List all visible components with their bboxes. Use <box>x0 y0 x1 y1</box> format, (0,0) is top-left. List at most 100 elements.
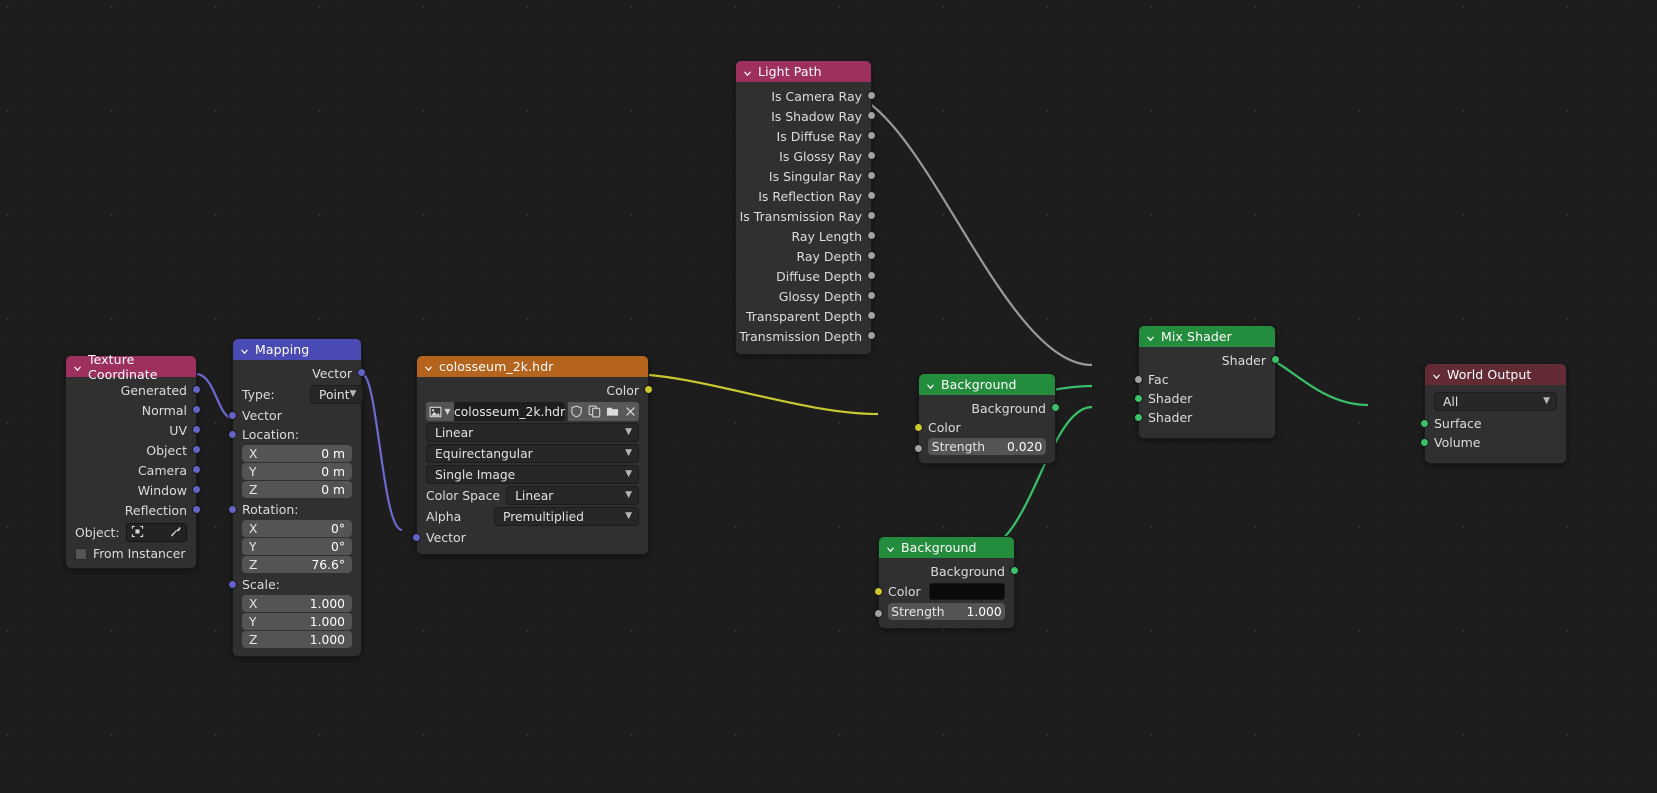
strength-row[interactable]: Strength 1.000 <box>874 603 1014 620</box>
interpolation-dropdown[interactable]: Linear ▼ <box>426 423 639 442</box>
output-socket-row-transparent-depth[interactable]: Transparent Depth <box>736 306 876 326</box>
scale-y-field[interactable]: Y 1.000 <box>242 613 352 630</box>
node-environment-texture[interactable]: colosseum_2k.hdr Color ▼ colosseum_2k.hd… <box>412 355 653 555</box>
target-dropdown[interactable]: All ▼ <box>1434 392 1557 411</box>
collapse-chevron-icon[interactable] <box>73 361 82 372</box>
alpha-dropdown[interactable]: Premultiplied ▼ <box>494 507 639 526</box>
input-socket-row-volume[interactable]: Volume <box>1420 433 1566 452</box>
node-light-path[interactable]: Light Path Is Camera Ray Is Shadow Ray I… <box>735 60 876 355</box>
socket-color-in[interactable] <box>874 586 883 596</box>
mapping-type-row[interactable]: Type: Point ▼ <box>242 385 364 404</box>
socket-window[interactable] <box>192 485 201 494</box>
socket-shader-2[interactable] <box>1134 412 1143 422</box>
output-socket-row-ray-length[interactable]: Ray Length <box>736 226 876 246</box>
input-socket-row-fac[interactable]: Fac <box>1134 370 1275 389</box>
input-socket-row-shader-2[interactable]: Shader <box>1134 408 1275 427</box>
mapping-type-dropdown[interactable]: Point ▼ <box>310 385 364 404</box>
node-editor-canvas[interactable]: Texture Coordinate Generated Normal UV O… <box>0 0 1657 793</box>
node-header-background-top[interactable]: Background <box>919 374 1055 395</box>
node-background-bottom[interactable]: Background Background Color Strength 1.0… <box>874 536 1019 629</box>
socket-is-reflection-ray[interactable] <box>867 191 876 200</box>
image-browse-button[interactable]: ▼ <box>426 402 454 421</box>
output-socket-row-shader[interactable]: Shader <box>1139 350 1280 370</box>
node-header-texture-coordinate[interactable]: Texture Coordinate <box>66 352 196 382</box>
color-space-row[interactable]: Color Space Linear ▼ <box>426 486 639 505</box>
socket-fac[interactable] <box>1134 374 1143 384</box>
node-header-mapping[interactable]: Mapping <box>233 339 361 360</box>
socket-rotation[interactable] <box>228 504 237 514</box>
socket-shader-out[interactable] <box>1271 355 1280 364</box>
socket-is-shadow-ray[interactable] <box>867 111 876 120</box>
image-datablock-row[interactable]: ▼ colosseum_2k.hdr <box>426 402 639 421</box>
socket-strength[interactable] <box>874 609 883 618</box>
from-instancer-checkbox[interactable] <box>75 547 87 560</box>
node-header-environment-texture[interactable]: colosseum_2k.hdr <box>417 356 648 377</box>
input-socket-row-shader-1[interactable]: Shader <box>1134 389 1275 408</box>
new-copy-icon[interactable] <box>585 402 604 421</box>
socket-color-in[interactable] <box>914 422 923 432</box>
collapse-chevron-icon[interactable] <box>1146 331 1155 342</box>
color-space-dropdown[interactable]: Linear ▼ <box>506 486 639 505</box>
open-folder-icon[interactable] <box>603 402 622 421</box>
node-background-top[interactable]: Background Background Color Strength 0.0… <box>914 373 1060 464</box>
socket-glossy-depth[interactable] <box>867 291 876 300</box>
output-socket-row-is-glossy-ray[interactable]: Is Glossy Ray <box>736 146 876 166</box>
projection-dropdown[interactable]: Equirectangular ▼ <box>426 444 639 463</box>
input-socket-row-vector[interactable]: Vector <box>412 528 648 547</box>
node-header-world-output[interactable]: World Output <box>1425 364 1566 385</box>
output-socket-row-reflection[interactable]: Reflection <box>66 500 201 520</box>
node-mapping[interactable]: Mapping Vector Type: Point ▼ Vector Loca… <box>228 338 366 657</box>
location-z-field[interactable]: Z 0 m <box>242 481 352 498</box>
node-world-output[interactable]: World Output All ▼ Surface Volume <box>1420 363 1567 464</box>
socket-surface[interactable] <box>1420 418 1429 428</box>
rotation-x-field[interactable]: X 0° <box>242 520 352 537</box>
output-socket-row-transmission-depth[interactable]: Transmission Depth <box>736 326 876 346</box>
object-picker-row[interactable]: Object: <box>75 523 187 542</box>
socket-volume[interactable] <box>1420 437 1429 447</box>
socket-generated[interactable] <box>192 385 201 394</box>
socket-background-out[interactable] <box>1051 403 1060 412</box>
socket-camera[interactable] <box>192 465 201 474</box>
output-socket-row-is-reflection-ray[interactable]: Is Reflection Ray <box>736 186 876 206</box>
location-y-field[interactable]: Y 0 m <box>242 463 352 480</box>
node-texture-coordinate[interactable]: Texture Coordinate Generated Normal UV O… <box>65 352 201 569</box>
socket-diffuse-depth[interactable] <box>867 271 876 280</box>
output-socket-row-generated[interactable]: Generated <box>66 380 201 400</box>
node-header-light-path[interactable]: Light Path <box>736 61 871 82</box>
socket-shader-1[interactable] <box>1134 393 1143 403</box>
output-socket-row-background[interactable]: Background <box>919 398 1060 418</box>
output-socket-row-background[interactable]: Background <box>879 561 1019 581</box>
output-socket-row-color[interactable]: Color <box>417 380 653 400</box>
socket-is-glossy-ray[interactable] <box>867 151 876 160</box>
strength-field[interactable]: Strength 1.000 <box>888 603 1005 620</box>
socket-vector-out[interactable] <box>357 368 366 377</box>
node-header-mix-shader[interactable]: Mix Shader <box>1139 326 1275 347</box>
unlink-close-icon[interactable] <box>621 402 639 421</box>
strength-field[interactable]: Strength 0.020 <box>928 438 1046 455</box>
input-socket-row-scale[interactable]: Scale: <box>228 575 361 594</box>
socket-background-out[interactable] <box>1010 566 1019 575</box>
scale-x-field[interactable]: X 1.000 <box>242 595 352 612</box>
fake-user-shield-icon[interactable] <box>568 402 586 421</box>
output-socket-row-ray-depth[interactable]: Ray Depth <box>736 246 876 266</box>
strength-row[interactable]: Strength 0.020 <box>914 438 1055 455</box>
rotation-z-field[interactable]: Z 76.6° <box>242 556 352 573</box>
collapse-chevron-icon[interactable] <box>424 361 433 372</box>
output-socket-row-is-shadow-ray[interactable]: Is Shadow Ray <box>736 106 876 126</box>
socket-reflection[interactable] <box>192 505 201 514</box>
input-socket-row-vector[interactable]: Vector <box>228 406 361 425</box>
collapse-chevron-icon[interactable] <box>886 542 895 553</box>
collapse-chevron-icon[interactable] <box>1432 369 1441 380</box>
output-socket-row-is-diffuse-ray[interactable]: Is Diffuse Ray <box>736 126 876 146</box>
node-header-background-bottom[interactable]: Background <box>879 537 1014 558</box>
scale-z-field[interactable]: Z 1.000 <box>242 631 352 648</box>
output-socket-row-diffuse-depth[interactable]: Diffuse Depth <box>736 266 876 286</box>
output-socket-row-normal[interactable]: Normal <box>66 400 201 420</box>
input-socket-row-color[interactable]: Color <box>914 418 1055 437</box>
output-socket-row-window[interactable]: Window <box>66 480 201 500</box>
output-socket-row-camera[interactable]: Camera <box>66 460 201 480</box>
source-dropdown[interactable]: Single Image ▼ <box>426 465 639 484</box>
output-socket-row-is-transmission-ray[interactable]: Is Transmission Ray <box>736 206 876 226</box>
socket-ray-length[interactable] <box>867 231 876 240</box>
color-row[interactable]: Color <box>874 581 1014 602</box>
